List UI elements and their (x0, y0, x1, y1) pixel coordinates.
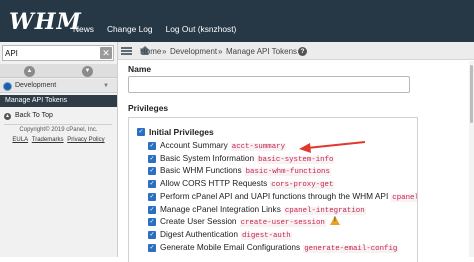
privilege-text: Account Summary acct-summary (160, 140, 287, 151)
whm-logo[interactable]: WHM (9, 9, 82, 35)
back-to-top-label: Back To Top (15, 112, 53, 119)
privilege-code: generate-email-config (303, 244, 399, 253)
privilege-text: Generate Mobile Email Configurations gene… (160, 241, 399, 253)
privilege-checkbox[interactable]: ✓ (148, 192, 156, 201)
breadcrumb-bar: Home » Development » Manage API Tokens (118, 42, 474, 60)
sidebar-item-manage-api-tokens[interactable]: Manage API Tokens (0, 95, 117, 107)
help-icon[interactable]: ? (298, 47, 307, 56)
sidebar-arrow-row: ▲ ▼ (0, 64, 117, 78)
top-header: WHM News Change Log Log Out (ksnzhost) (0, 0, 474, 42)
privilege-checkbox[interactable]: ✓ (148, 167, 156, 176)
privilege-checkbox[interactable]: ✓ (148, 243, 156, 252)
privilege-code: create-user-session (239, 219, 326, 228)
sidebar-divider (4, 124, 112, 125)
privilege-label: Digest Authentication (160, 228, 238, 239)
top-navigation: News Change Log Log Out (ksnzhost) (73, 24, 236, 34)
hamburger-icon[interactable] (121, 47, 132, 55)
privilege-checkbox[interactable]: ✓ (148, 142, 156, 150)
sidebar-search: ✕ (2, 45, 114, 61)
privilege-label: Perform cPanel API and UAPI functions th… (160, 190, 389, 201)
privilege-code: cpanel-integration (283, 206, 366, 215)
initial-privileges-label: Initial Privileges (149, 127, 214, 137)
nav-news-link[interactable]: News (73, 24, 94, 34)
breadcrumb-development[interactable]: Development (170, 47, 217, 56)
privacy-policy-link[interactable]: Privacy Policy (67, 137, 104, 143)
privileges-heading: Privileges (128, 103, 169, 113)
privileges-panel: ✓ Initial Privileges ✓ Account Summary acc… (128, 117, 418, 262)
privilege-code: basic-whm-functions (244, 168, 331, 177)
clear-search-icon[interactable]: ✕ (100, 47, 112, 59)
copyright-text: Copyright© 2019 cPanel, Inc. (19, 127, 98, 133)
privilege-checkbox[interactable]: ✓ (148, 154, 156, 163)
search-input[interactable] (3, 46, 98, 60)
breadcrumb-separator: » (218, 47, 223, 56)
annotation-arrow-icon (299, 141, 366, 153)
privilege-label: Account Summary (160, 140, 228, 150)
privilege-text: Allow CORS HTTP Requests cors-proxy-get (160, 178, 335, 190)
privilege-code: acct-summary (230, 143, 287, 151)
nav-change-log-link[interactable]: Change Log (107, 24, 153, 34)
eula-link[interactable]: EULA (12, 137, 28, 143)
privilege-checkbox[interactable]: ✓ (148, 205, 156, 214)
privilege-text: Basic WHM Functions basic-whm-functions (160, 165, 331, 177)
sidebar-category-development[interactable]: Development ▼ (0, 79, 117, 93)
privilege-text: Manage cPanel Integration Links cpanel-in… (160, 204, 366, 215)
arrow-up-icon[interactable]: ▲ (24, 66, 35, 77)
development-icon (3, 82, 12, 91)
privilege-label: Allow CORS HTTP Requests (160, 178, 268, 189)
scrollbar-thumb[interactable] (470, 65, 473, 123)
privilege-text: Digest Authentication digest-auth (160, 229, 292, 240)
breadcrumb-current-page: Manage API Tokens (226, 47, 298, 56)
footer-links: EULA Trademarks Privacy Policy (0, 137, 117, 143)
back-to-top-icon: ▲ (4, 113, 11, 120)
trademarks-link[interactable]: Trademarks (32, 137, 64, 143)
warning-icon[interactable] (329, 216, 340, 226)
privilege-label: Generate Mobile Email Configurations (160, 241, 301, 252)
breadcrumb-separator: » (162, 47, 167, 56)
sidebar: ✕ ▲ ▼ Development ▼ Manage API Tokens ▲ … (0, 42, 118, 257)
initial-privileges-checkbox[interactable]: ✓ (137, 128, 145, 136)
privilege-checkbox[interactable]: ✓ (148, 230, 156, 239)
token-name-input[interactable] (128, 76, 410, 93)
privilege-label: Create User Session (160, 216, 237, 227)
arrow-down-icon[interactable]: ▼ (82, 66, 93, 77)
privilege-label: Basic System Information (160, 152, 255, 163)
breadcrumb-home[interactable]: Home (140, 47, 161, 56)
chevron-down-icon: ▼ (103, 83, 109, 89)
nav-logout-link[interactable]: Log Out (ksnzhost) (166, 24, 237, 34)
back-to-top-link[interactable]: ▲ Back To Top (0, 110, 117, 122)
privilege-checkbox[interactable]: ✓ (148, 180, 156, 189)
privilege-checkbox[interactable]: ✓ (148, 218, 156, 227)
privilege-code: cpanel-api (391, 193, 417, 202)
privilege-code: basic-system-info (257, 155, 335, 164)
privilege-text: Create User Session create-user-session (160, 216, 340, 228)
privilege-code: cors-proxy-get (270, 181, 335, 190)
category-label: Development (15, 82, 57, 89)
privilege-text: Perform cPanel API and UAPI functions th… (160, 190, 417, 202)
main-content: Name Privileges ✓ Initial Privileges ✓ Ac… (118, 61, 474, 262)
name-label: Name (128, 64, 152, 74)
main-scrollbar[interactable] (469, 61, 474, 257)
privilege-code: digest-auth (240, 231, 292, 240)
privilege-text: Basic System Information basic-system-inf… (160, 152, 335, 164)
privilege-label: Manage cPanel Integration Links (160, 203, 281, 214)
privilege-label: Basic WHM Functions (160, 165, 242, 176)
